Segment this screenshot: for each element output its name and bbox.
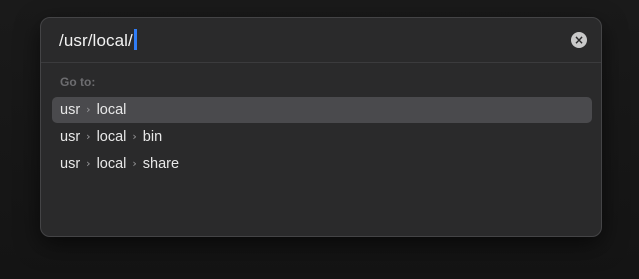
suggestion-item[interactable]: usr › local › share xyxy=(52,151,592,177)
clear-icon[interactable]: × xyxy=(571,32,587,48)
suggestion-list: usr › local usr › local › bin usr › local › share xyxy=(52,97,592,178)
path-input[interactable]: /usr/local/ xyxy=(59,29,137,52)
suggestion-item[interactable]: usr › local › bin xyxy=(52,124,592,150)
path-segment: local xyxy=(96,129,127,145)
chevron-right-icon: › xyxy=(86,157,91,170)
chevron-right-icon: › xyxy=(86,103,91,116)
go-to-folder-dialog: /usr/local/ × Go to: usr › local usr › local… xyxy=(40,17,602,237)
path-segment: local xyxy=(96,156,127,172)
path-field-row: /usr/local/ × xyxy=(41,18,601,63)
path-input-text: /usr/local/ xyxy=(59,31,133,50)
suggestion-item[interactable]: usr › local xyxy=(52,97,592,123)
path-segment: bin xyxy=(142,129,163,145)
path-segment: usr xyxy=(60,156,81,172)
path-segment: local xyxy=(96,102,127,118)
chevron-right-icon: › xyxy=(132,157,137,170)
section-label: Go to: xyxy=(60,75,96,89)
chevron-right-icon: › xyxy=(132,130,137,143)
text-cursor xyxy=(133,29,137,50)
path-segment: share xyxy=(142,156,180,172)
chevron-right-icon: › xyxy=(86,130,91,143)
path-segment: usr xyxy=(60,129,81,145)
path-segment: usr xyxy=(60,102,81,118)
